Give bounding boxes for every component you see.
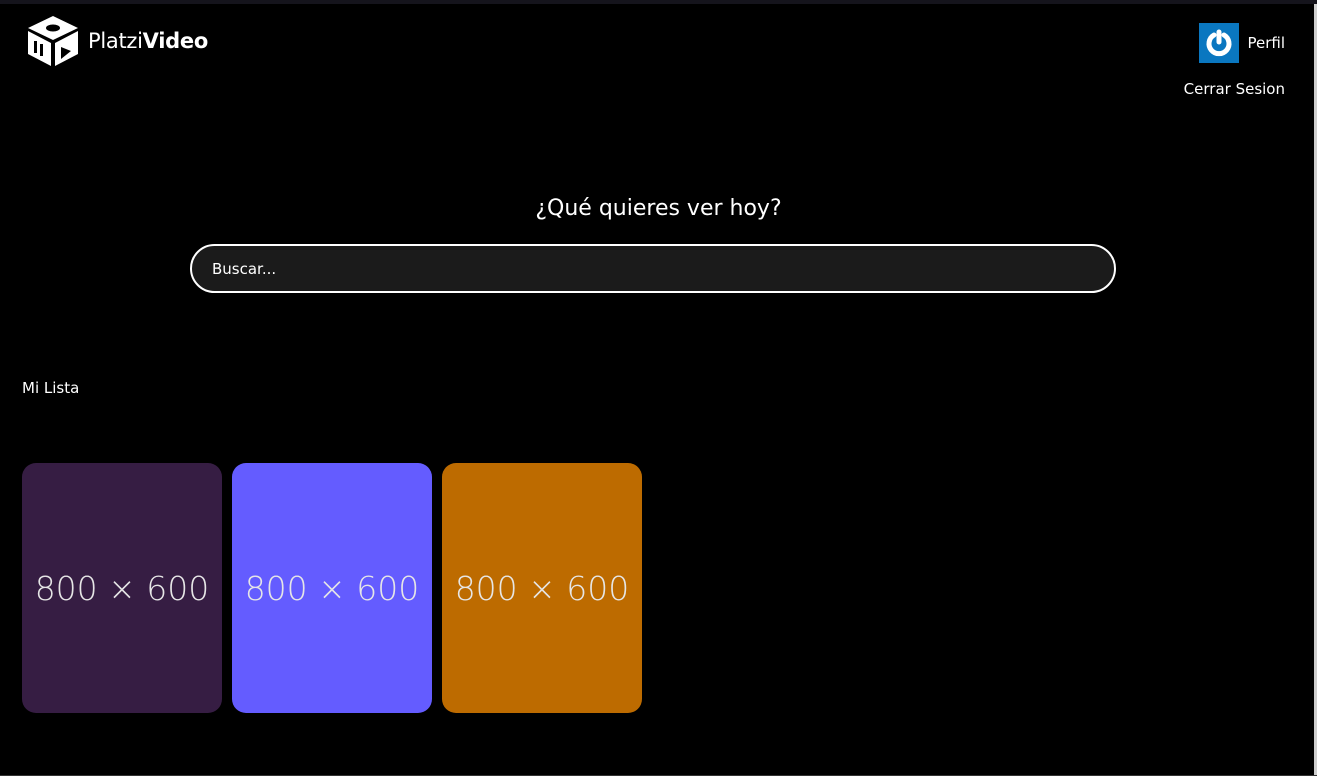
carousel-item[interactable]: 800 × 600 (232, 463, 432, 713)
logout-link[interactable]: Cerrar Sesion (1184, 80, 1285, 98)
power-icon (1206, 29, 1232, 57)
carousel-item[interactable]: 800 × 600 (22, 463, 222, 713)
avatar[interactable] (1199, 23, 1240, 63)
search-input[interactable] (190, 244, 1116, 293)
platzivideo-logo[interactable]: PlatziVideo (26, 14, 208, 68)
logo-wordmark: PlatziVideo (88, 29, 208, 53)
carousel-item[interactable]: 800 × 600 (442, 463, 642, 713)
cube-logo-icon (28, 16, 78, 66)
window-top-bar (0, 0, 1317, 4)
my-list-carousel: 800 × 600 800 × 600 800 × 600 (22, 463, 642, 713)
profile-link[interactable]: Perfil (1247, 34, 1285, 52)
profile-menu[interactable]: Perfil (1199, 23, 1285, 63)
section-title-my-list: Mi Lista (22, 379, 80, 397)
page-title: ¿Qué quieres ver hoy? (535, 196, 782, 221)
